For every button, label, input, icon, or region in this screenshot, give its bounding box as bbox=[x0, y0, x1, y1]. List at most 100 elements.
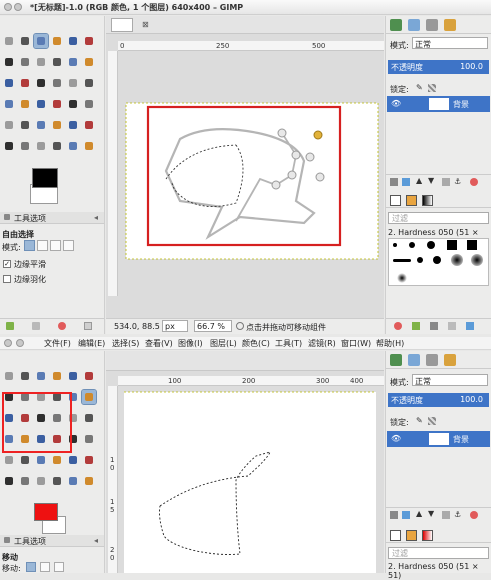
reset-options-icon[interactable] bbox=[84, 322, 92, 330]
anchor-layer-icon[interactable]: ⚓ bbox=[454, 510, 461, 519]
gradients-tab-icon[interactable] bbox=[422, 530, 433, 541]
new-layer-icon[interactable] bbox=[390, 178, 398, 186]
layer-row-background[interactable]: 👁 背景 bbox=[387, 96, 490, 112]
brush-square[interactable] bbox=[467, 240, 477, 250]
undo-tab-icon[interactable] bbox=[444, 354, 456, 366]
undo-tab-icon[interactable] bbox=[444, 19, 456, 31]
raise-layer-icon[interactable]: ▲ bbox=[416, 176, 422, 185]
menu-select[interactable]: 选择(S) bbox=[112, 338, 139, 349]
cage-transform-tool-icon[interactable] bbox=[18, 97, 32, 111]
channels-tab-icon[interactable] bbox=[408, 19, 420, 31]
paintbrush-tool-icon[interactable] bbox=[2, 453, 16, 467]
scissors-select-tool-icon[interactable] bbox=[82, 34, 96, 48]
flip-tool-icon[interactable] bbox=[2, 97, 16, 111]
layer-mode-select[interactable]: 正常 bbox=[412, 374, 488, 386]
airbrush-tool-icon[interactable] bbox=[34, 118, 48, 132]
airbrush-tool-icon[interactable] bbox=[34, 453, 48, 467]
free-select-tool-icon[interactable] bbox=[34, 369, 48, 383]
perspective-tool-icon[interactable] bbox=[82, 411, 96, 425]
perspective-clone-tool-icon[interactable] bbox=[2, 474, 16, 488]
foreground-color-swatch[interactable] bbox=[32, 168, 58, 188]
dodge-burn-tool-icon[interactable] bbox=[50, 474, 64, 488]
move-tool-icon[interactable] bbox=[81, 389, 97, 405]
brush-dot[interactable] bbox=[417, 257, 423, 263]
measure-tool-icon[interactable] bbox=[66, 55, 80, 69]
ellipse-select-tool-icon[interactable] bbox=[18, 369, 32, 383]
layer-mode-select[interactable]: 正常 bbox=[412, 37, 488, 49]
brush-soft[interactable] bbox=[451, 254, 463, 266]
antialias-checkbox[interactable]: ✓ bbox=[3, 260, 11, 268]
brushes-tab-icon[interactable] bbox=[390, 530, 401, 541]
clone-tool-icon[interactable] bbox=[66, 118, 80, 132]
lower-layer-icon[interactable]: ▼ bbox=[428, 509, 434, 518]
raise-layer-icon[interactable]: ▲ bbox=[416, 509, 422, 518]
perspective-tool-icon[interactable] bbox=[82, 76, 96, 90]
heal-tool-icon[interactable] bbox=[82, 118, 96, 132]
align-tool-icon[interactable] bbox=[2, 76, 16, 90]
opacity-slider[interactable]: 不透明度 100.0 bbox=[388, 393, 489, 407]
smudge-tool-icon[interactable] bbox=[34, 474, 48, 488]
move-path-button[interactable] bbox=[54, 562, 64, 572]
move-selection-button[interactable] bbox=[40, 562, 50, 572]
move-layer-button[interactable] bbox=[26, 562, 36, 572]
brush-soft[interactable] bbox=[471, 254, 483, 266]
gradients-tab-icon[interactable] bbox=[422, 195, 433, 206]
layer-row-background[interactable]: 👁 背景 bbox=[387, 431, 490, 447]
brush-filter-input[interactable]: 过滤 bbox=[388, 212, 489, 224]
subtract-mode-button[interactable] bbox=[50, 240, 61, 251]
minimize-window-icon[interactable] bbox=[14, 3, 22, 11]
layers-tab-icon[interactable] bbox=[390, 354, 402, 366]
brush-square[interactable] bbox=[447, 240, 457, 250]
visibility-eye-icon[interactable]: 👁 bbox=[391, 99, 401, 108]
menu-help[interactable]: 帮助(H) bbox=[376, 338, 404, 349]
rect-select-tool-icon[interactable] bbox=[2, 34, 16, 48]
canvas[interactable] bbox=[118, 51, 384, 301]
blur-tool-icon[interactable] bbox=[18, 474, 32, 488]
feather-checkbox[interactable] bbox=[3, 275, 11, 283]
lock-pixels-icon[interactable]: ✎ bbox=[416, 83, 423, 92]
brush-dot[interactable] bbox=[427, 241, 435, 249]
path-anchor[interactable] bbox=[287, 170, 297, 180]
eraser-tool-icon[interactable] bbox=[18, 118, 32, 132]
lower-layer-icon[interactable]: ▼ bbox=[428, 176, 434, 185]
bucket-fill-tool-icon[interactable] bbox=[50, 97, 64, 111]
lock-alpha-icon[interactable] bbox=[428, 417, 436, 425]
pencil-tool-icon[interactable] bbox=[82, 97, 96, 111]
tool-options-tab[interactable]: 工具选项 ◂ bbox=[0, 212, 104, 224]
blend-tool-icon[interactable] bbox=[66, 97, 80, 111]
brush-dot[interactable] bbox=[393, 243, 397, 247]
warp-tool-icon[interactable] bbox=[66, 474, 80, 488]
menu-edit[interactable]: 编辑(E) bbox=[78, 338, 105, 349]
paths-tool-icon[interactable] bbox=[18, 55, 32, 69]
brush-dot[interactable] bbox=[433, 256, 441, 264]
new-group-icon[interactable] bbox=[402, 178, 410, 186]
patterns-tab-icon[interactable] bbox=[406, 195, 417, 206]
lock-alpha-icon[interactable] bbox=[428, 84, 436, 92]
layers-tab-icon[interactable] bbox=[390, 19, 402, 31]
replace-mode-button[interactable] bbox=[24, 240, 35, 251]
menu-file[interactable]: 文件(F) bbox=[44, 338, 71, 349]
smudge-tool-icon[interactable] bbox=[34, 139, 48, 153]
brush-grid[interactable] bbox=[388, 238, 489, 286]
scissors-select-tool-icon[interactable] bbox=[82, 369, 96, 383]
new-layer-icon[interactable] bbox=[390, 511, 398, 519]
active-path-anchor[interactable] bbox=[313, 130, 323, 140]
rect-select-tool-icon[interactable] bbox=[2, 369, 16, 383]
close-window-icon[interactable] bbox=[4, 3, 12, 11]
duplicate-layer-icon[interactable] bbox=[442, 178, 450, 186]
delete-layer-icon[interactable] bbox=[470, 178, 478, 186]
patterns-tab-icon[interactable] bbox=[406, 530, 417, 541]
menu-layer[interactable]: 图层(L) bbox=[210, 338, 237, 349]
delete-brush-icon[interactable] bbox=[394, 322, 402, 330]
menu-view[interactable]: 查看(V) bbox=[145, 338, 173, 349]
color-picker-tool-icon[interactable] bbox=[34, 55, 48, 69]
delete-layer-icon[interactable] bbox=[470, 511, 478, 519]
open-brush-icon[interactable] bbox=[466, 322, 474, 330]
ellipse-select-tool-icon[interactable] bbox=[18, 34, 32, 48]
tab-close-icon[interactable]: ⊠ bbox=[142, 20, 149, 29]
brush-filter-input[interactable]: 过滤 bbox=[388, 547, 489, 559]
restore-options-icon[interactable] bbox=[32, 322, 40, 330]
lock-pixels-icon[interactable]: ✎ bbox=[416, 416, 423, 425]
refresh-brush-icon[interactable] bbox=[448, 322, 456, 330]
unified-transform-tool-icon[interactable] bbox=[82, 474, 96, 488]
